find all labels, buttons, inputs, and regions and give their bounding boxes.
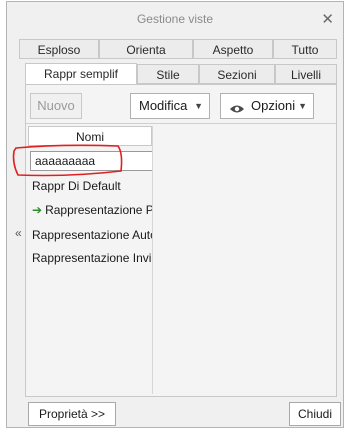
tab-sezioni[interactable]: Sezioni: [199, 64, 275, 84]
representations-list: aaaaaaaaa Rappr Di Default ➔ Rappresentaz…: [28, 147, 152, 395]
triangle-down-icon: ▼: [194, 101, 203, 111]
new-button-label: Nuovo: [37, 98, 75, 113]
list-item-label: Rappresentazione Auto: [32, 228, 152, 242]
properties-button[interactable]: Proprietà >>: [28, 402, 116, 426]
close-icon[interactable]: ✕: [321, 10, 334, 28]
eye-icon: [229, 99, 245, 123]
view-manager-dialog: Gestione viste ✕ Esploso Orienta Aspetto…: [6, 1, 344, 428]
edit-dropdown[interactable]: Modifica ▼: [130, 93, 210, 119]
green-arrow-icon: ➔: [32, 203, 43, 217]
tab-esploso[interactable]: Esploso: [19, 39, 99, 59]
list-item[interactable]: Rappresentazione Auto: [32, 228, 152, 242]
names-column-header[interactable]: Nomi: [28, 126, 152, 146]
list-item-label: Rappresentazione Invil: [32, 251, 152, 265]
toolbar-divider: [26, 123, 336, 124]
edit-dropdown-label: Modifica: [139, 98, 188, 113]
tab-stile[interactable]: Stile: [137, 64, 199, 84]
name-edit-field[interactable]: aaaaaaaaa: [30, 151, 152, 171]
tab-aspetto[interactable]: Aspetto: [193, 39, 273, 59]
options-dropdown-label: Opzioni: [251, 98, 296, 113]
list-item[interactable]: Rappresentazione Invil: [32, 251, 152, 265]
list-item-label: Rappr Di Default: [32, 179, 121, 193]
window-title: Gestione viste: [136, 12, 214, 26]
new-button[interactable]: Nuovo: [30, 93, 82, 119]
list-item[interactable]: ➔ Rappresentazione P: [32, 203, 152, 217]
tab-rappr-semplif[interactable]: Rappr semplif: [25, 63, 137, 85]
column-divider: [152, 126, 153, 394]
title-bar: Gestione viste ✕: [7, 2, 343, 34]
close-button[interactable]: Chiudi: [289, 402, 341, 426]
rappr-semplif-panel: Nuovo Modifica ▼ Opzioni ▼ Nomi aaaaaaaa…: [25, 84, 337, 397]
list-item[interactable]: Rappr Di Default: [32, 179, 121, 193]
tab-orienta[interactable]: Orienta: [99, 39, 193, 59]
tab-tutto[interactable]: Tutto: [273, 39, 337, 59]
tab-livelli[interactable]: Livelli: [275, 64, 337, 84]
list-item-label: Rappresentazione P: [45, 203, 152, 217]
options-dropdown[interactable]: Opzioni ▼: [220, 93, 314, 119]
triangle-down-icon: ▼: [298, 101, 307, 111]
collapse-panel-button[interactable]: «: [15, 226, 22, 240]
